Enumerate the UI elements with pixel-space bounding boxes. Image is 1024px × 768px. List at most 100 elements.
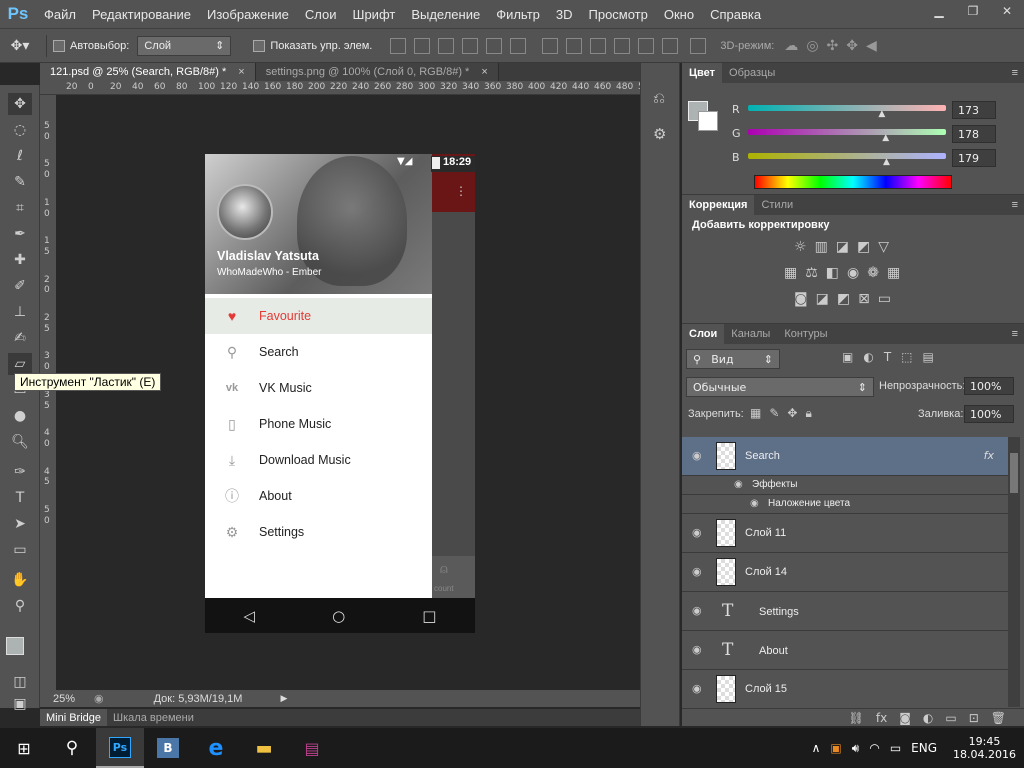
blend-mode-dropdown[interactable]: Обычные ⇕ bbox=[686, 377, 874, 397]
g-slider-knob[interactable]: ▲ bbox=[882, 133, 889, 143]
layer-row[interactable]: ◉ Search fx bbox=[682, 437, 1008, 476]
panel-menu-icon[interactable]: ≡ bbox=[1012, 328, 1024, 340]
show-controls-checkbox[interactable] bbox=[253, 39, 266, 52]
blur-tool-icon[interactable]: ● bbox=[8, 405, 32, 427]
distribute-vcenter-icon[interactable] bbox=[566, 37, 583, 54]
visibility-eye-icon[interactable]: ◉ bbox=[692, 526, 702, 539]
background-swatch[interactable] bbox=[698, 111, 718, 131]
drawer-item-vk-music[interactable]: vk VK Music bbox=[205, 370, 432, 406]
distribute-bottom-icon[interactable] bbox=[590, 37, 607, 54]
distribute-right-icon[interactable] bbox=[662, 37, 679, 54]
r-slider-knob[interactable]: ▲ bbox=[878, 109, 885, 119]
channel-mixer-icon[interactable]: ❁ bbox=[867, 265, 879, 281]
drawer-item-search[interactable]: ⚲ Search bbox=[205, 334, 432, 370]
move-tool-icon[interactable]: ✥▾ bbox=[0, 37, 40, 54]
menu-file[interactable]: Файл bbox=[36, 7, 84, 22]
phone-mockup[interactable]: ⋮ ⍝ count Vladislav Yatsuta WhoMadeWho -… bbox=[205, 154, 475, 633]
new-adjustment-icon[interactable]: ◐ bbox=[923, 711, 933, 725]
filter-type-icon[interactable]: T bbox=[884, 350, 891, 364]
drawer-item-download-music[interactable]: ⤓ Download Music bbox=[205, 442, 432, 478]
align-right-icon[interactable] bbox=[510, 37, 527, 54]
layer-row[interactable]: ◉ T About bbox=[682, 631, 1008, 670]
red-slider[interactable] bbox=[748, 105, 946, 111]
layers-scrollbar[interactable] bbox=[1008, 437, 1020, 707]
crop-tool-icon[interactable]: ⌗ bbox=[8, 197, 32, 219]
tab-layers[interactable]: Слои bbox=[682, 324, 725, 344]
align-left-icon[interactable] bbox=[462, 37, 479, 54]
quick-select-tool-icon[interactable]: ✎ bbox=[8, 171, 32, 193]
invert-icon[interactable]: ◙ bbox=[794, 291, 808, 307]
brightness-icon[interactable]: ☼ bbox=[794, 239, 807, 255]
lock-transparency-icon[interactable]: ▦ bbox=[750, 406, 761, 421]
align-bottom-icon[interactable] bbox=[438, 37, 455, 54]
explorer-taskbar-icon[interactable]: ▬ bbox=[240, 728, 288, 768]
recents-icon[interactable]: □ bbox=[422, 607, 436, 625]
tray-app-icon[interactable]: ▣ bbox=[830, 741, 841, 755]
language-indicator[interactable]: ENG bbox=[911, 741, 937, 755]
avatar[interactable] bbox=[217, 184, 273, 240]
distribute-left-icon[interactable] bbox=[614, 37, 631, 54]
windows-start-icon[interactable]: ⊞ bbox=[0, 728, 48, 768]
auto-align-icon[interactable] bbox=[690, 37, 707, 54]
menu-window[interactable]: Окно bbox=[656, 7, 702, 22]
winrar-taskbar-icon[interactable]: ▤ bbox=[288, 728, 336, 768]
3d-scale-icon[interactable]: ◀ bbox=[866, 37, 877, 54]
clone-stamp-tool-icon[interactable]: ⊥ bbox=[8, 301, 32, 323]
properties-panel-icon[interactable]: ⚙ bbox=[653, 125, 666, 143]
menu-3d[interactable]: 3D bbox=[548, 7, 581, 22]
menu-type[interactable]: Шрифт bbox=[345, 7, 404, 22]
distribute-top-icon[interactable] bbox=[542, 37, 559, 54]
lock-pixels-icon[interactable]: ✎ bbox=[769, 406, 779, 421]
photo-filter-icon[interactable]: ◉ bbox=[847, 265, 859, 281]
layer-filter-dropdown[interactable]: ⚲ Вид ⇕ bbox=[686, 349, 780, 369]
3d-slide-icon[interactable]: ✥ bbox=[846, 37, 858, 54]
tab-styles[interactable]: Стили bbox=[754, 195, 800, 215]
visibility-eye-icon[interactable]: ◉ bbox=[692, 682, 702, 695]
drawer-item-favourite[interactable]: ♥ Favourite bbox=[205, 298, 432, 334]
layer-row[interactable]: ◉ Слой 14 bbox=[682, 553, 1008, 592]
panel-menu-icon[interactable]: ≡ bbox=[1012, 199, 1024, 211]
tab-mini-bridge[interactable]: Mini Bridge bbox=[40, 709, 108, 726]
layer-effect-row[interactable]: ◉ Эффекты bbox=[682, 476, 1008, 495]
3d-orbit-icon[interactable]: ☁ bbox=[784, 37, 798, 54]
exposure-icon[interactable]: ◩ bbox=[857, 239, 870, 255]
blue-slider[interactable] bbox=[748, 153, 946, 159]
clock[interactable]: 19:45 18.04.2016 bbox=[953, 735, 1016, 761]
tab-channels[interactable]: Каналы bbox=[724, 324, 777, 344]
filter-shape-icon[interactable]: ⬚ bbox=[901, 350, 912, 364]
layer-effect-row[interactable]: ◉ Наложение цвета bbox=[682, 495, 1008, 514]
eyedropper-tool-icon[interactable]: ✒ bbox=[8, 223, 32, 245]
visibility-eye-icon[interactable]: ◉ bbox=[692, 449, 702, 462]
menu-filter[interactable]: Фильтр bbox=[488, 7, 548, 22]
visibility-eye-icon[interactable]: ◉ bbox=[692, 604, 702, 617]
green-value[interactable]: 178 bbox=[952, 125, 996, 143]
menu-help[interactable]: Справка bbox=[702, 7, 769, 22]
vk-taskbar-icon[interactable]: B bbox=[144, 728, 192, 768]
add-mask-icon[interactable]: ◙ bbox=[899, 711, 911, 725]
layer-row[interactable]: ◉ T Settings bbox=[682, 592, 1008, 631]
curves-icon[interactable]: ◪ bbox=[836, 239, 849, 255]
drawer-item-settings[interactable]: ⚙ Settings bbox=[205, 514, 432, 550]
lock-position-icon[interactable]: ✥ bbox=[787, 406, 797, 421]
layer-row[interactable]: ◉ Слой 15 bbox=[682, 670, 1008, 709]
menu-image[interactable]: Изображение bbox=[199, 7, 297, 22]
quick-mask-icon[interactable]: ◫ bbox=[8, 671, 32, 693]
dodge-tool-icon[interactable]: 🔍︎ bbox=[8, 431, 32, 453]
layer-row[interactable]: ◉ Слой 11 bbox=[682, 514, 1008, 553]
bw-icon[interactable]: ◧ bbox=[826, 265, 839, 281]
filter-adjust-icon[interactable]: ◐ bbox=[863, 350, 873, 364]
vibrance-icon[interactable]: ▽ bbox=[878, 239, 889, 255]
hand-tool-icon[interactable]: ✋ bbox=[8, 569, 32, 591]
menu-edit[interactable]: Редактирование bbox=[84, 7, 199, 22]
restore-icon[interactable]: ❐ bbox=[956, 0, 990, 22]
color-spectrum[interactable] bbox=[754, 175, 952, 189]
delete-layer-icon[interactable]: 🗑︎ bbox=[991, 711, 1006, 725]
close-icon[interactable]: × bbox=[238, 66, 244, 78]
blue-value[interactable]: 179 bbox=[952, 149, 996, 167]
distribute-hcenter-icon[interactable] bbox=[638, 37, 655, 54]
red-value[interactable]: 173 bbox=[952, 101, 996, 119]
gradient-map-icon[interactable]: ▭ bbox=[878, 291, 891, 307]
new-group-icon[interactable]: ▭ bbox=[945, 711, 956, 725]
volume-icon[interactable]: 🔊︎ bbox=[852, 741, 860, 756]
3d-pan-icon[interactable]: ✣ bbox=[827, 37, 839, 54]
